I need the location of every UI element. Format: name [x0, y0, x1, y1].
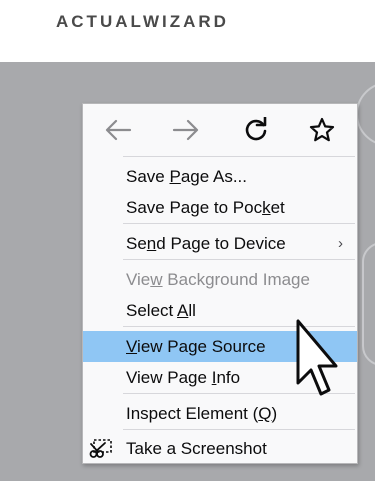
forward-button[interactable] — [166, 114, 206, 146]
mouse-pointer-icon — [296, 319, 338, 396]
reload-icon — [245, 117, 267, 141]
bookmark-button[interactable] — [302, 114, 342, 146]
scissors-icon — [89, 439, 112, 458]
site-logo[interactable]: ACTUALWIZARD — [56, 12, 229, 32]
arrow-right-icon — [172, 119, 199, 141]
site-header: ACTUALWIZARD — [0, 0, 375, 62]
back-button[interactable] — [98, 114, 138, 146]
reload-button[interactable] — [236, 114, 276, 146]
context-menu: Save Page As... Save Page to Pocket Send… — [82, 103, 358, 464]
navigation-row — [83, 104, 357, 156]
menu-separator — [123, 156, 355, 157]
menu-separator — [123, 223, 355, 224]
menu-item-take-screenshot[interactable]: Take a Screenshot — [83, 433, 357, 464]
background-shape — [362, 242, 375, 366]
menu-item-save-page-to-pocket[interactable]: Save Page to Pocket — [83, 192, 357, 223]
background-circle — [356, 82, 375, 146]
arrow-left-icon — [105, 119, 132, 141]
menu-separator — [123, 429, 355, 430]
menu-item-save-page-as[interactable]: Save Page As... — [83, 161, 357, 192]
chevron-right-icon: › — [338, 235, 343, 252]
star-icon — [309, 117, 335, 142]
menu-item-view-background-image: View Background Image — [126, 270, 310, 289]
menu-separator — [123, 259, 355, 260]
menu-item-send-page-to-device[interactable]: Send Page to Device › — [83, 228, 357, 259]
